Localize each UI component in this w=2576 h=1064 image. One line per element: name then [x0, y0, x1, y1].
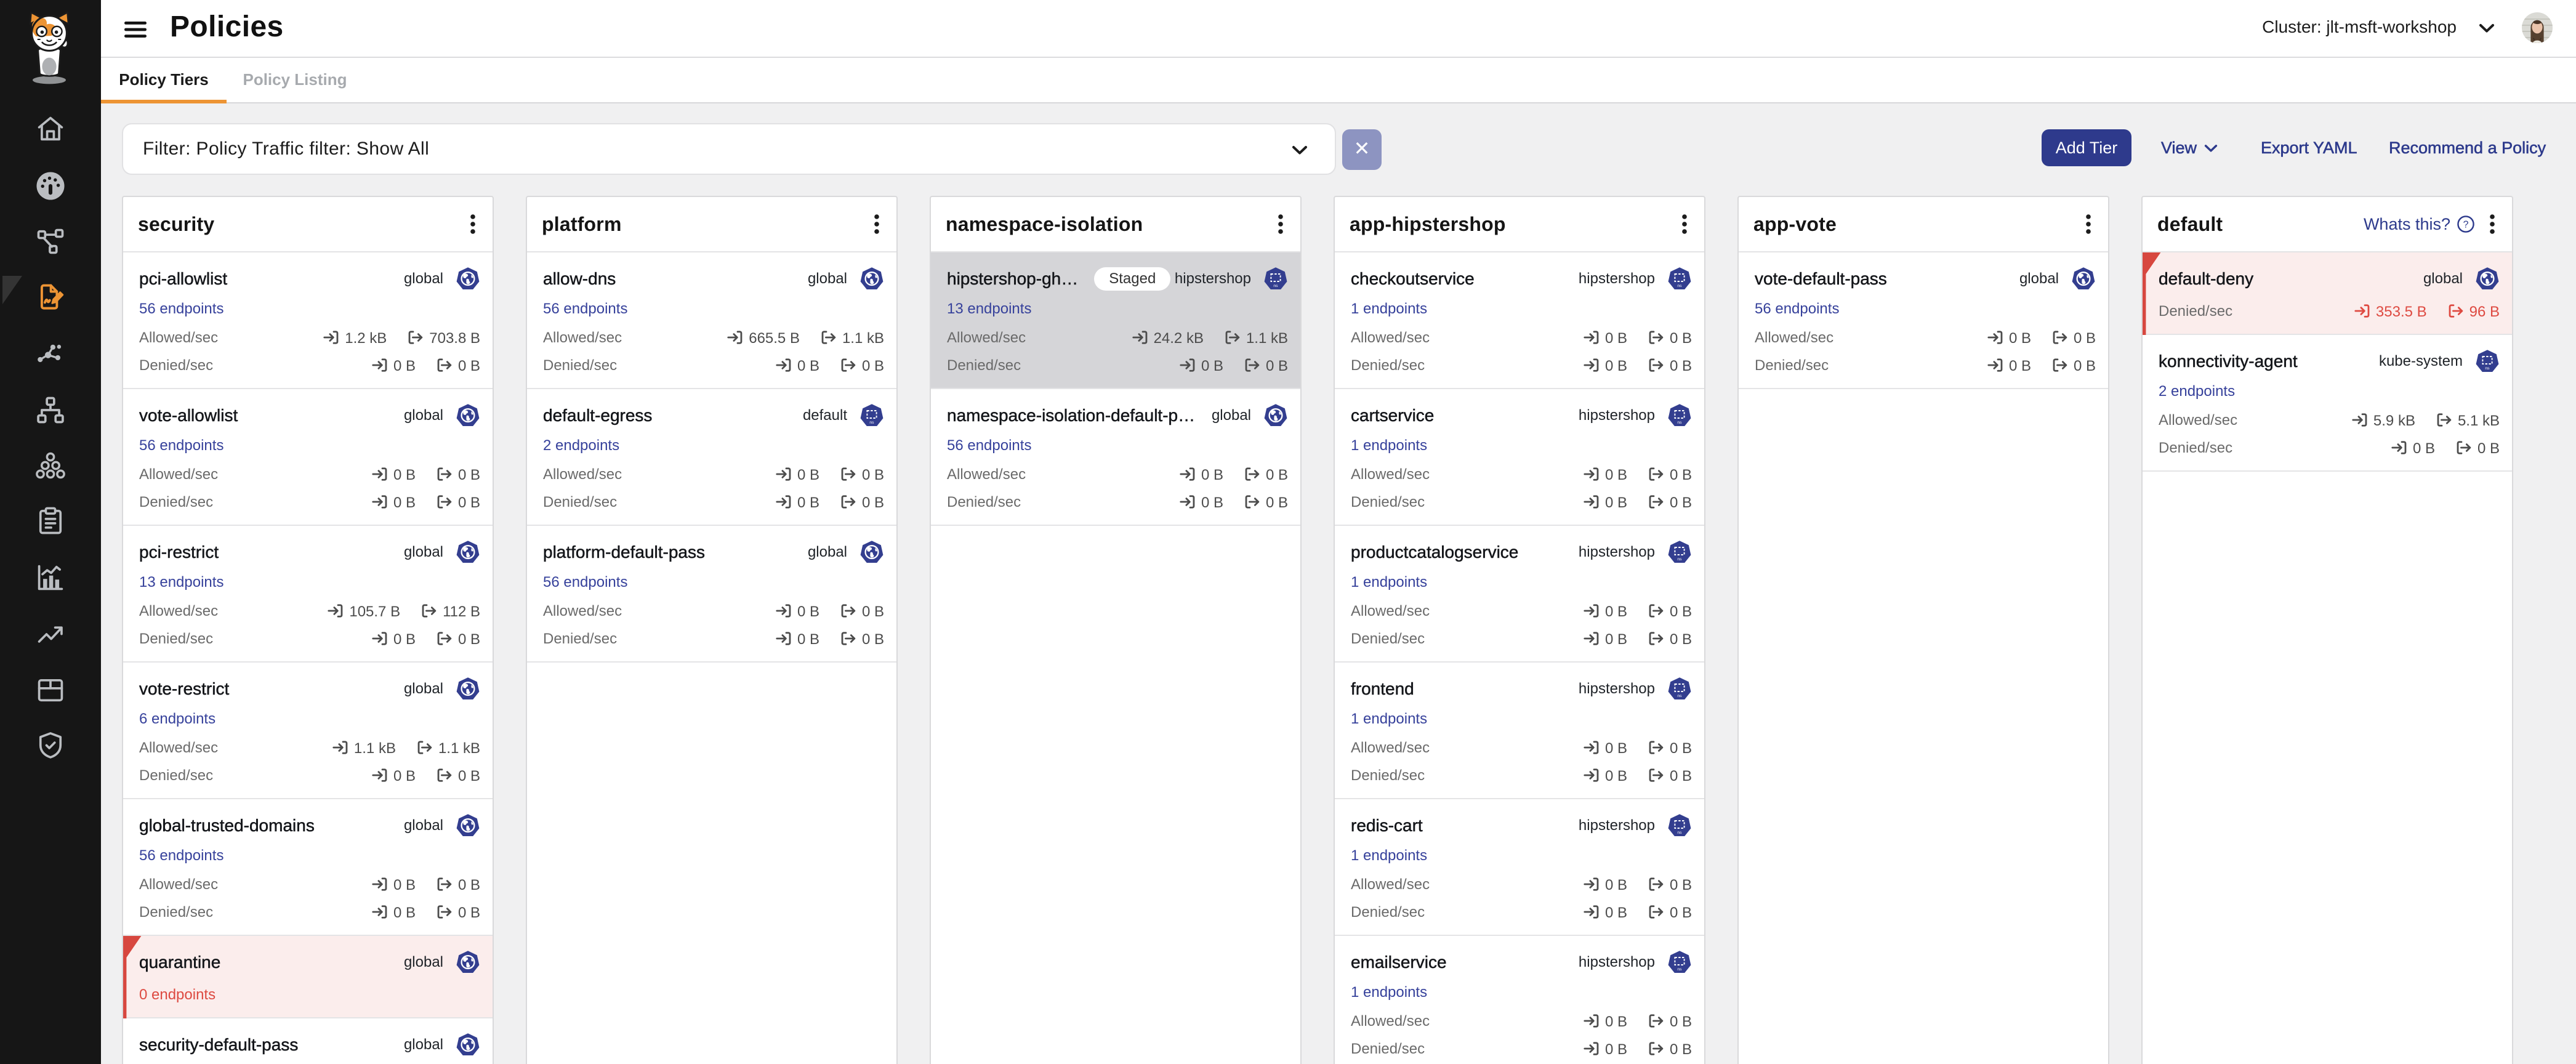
svg-text:ns: ns: [869, 421, 874, 425]
svg-text:ns: ns: [1677, 967, 1682, 972]
svg-text:ns: ns: [1677, 694, 1682, 698]
svg-text:?: ?: [2463, 220, 2469, 230]
svg-text:ns: ns: [1677, 421, 1682, 425]
svg-text:ns: ns: [1677, 284, 1682, 288]
svg-text:ns: ns: [1273, 284, 1278, 288]
svg-text:ns: ns: [1677, 557, 1682, 562]
svg-text:ns: ns: [2485, 366, 2490, 371]
svg-text:ns: ns: [1677, 831, 1682, 835]
